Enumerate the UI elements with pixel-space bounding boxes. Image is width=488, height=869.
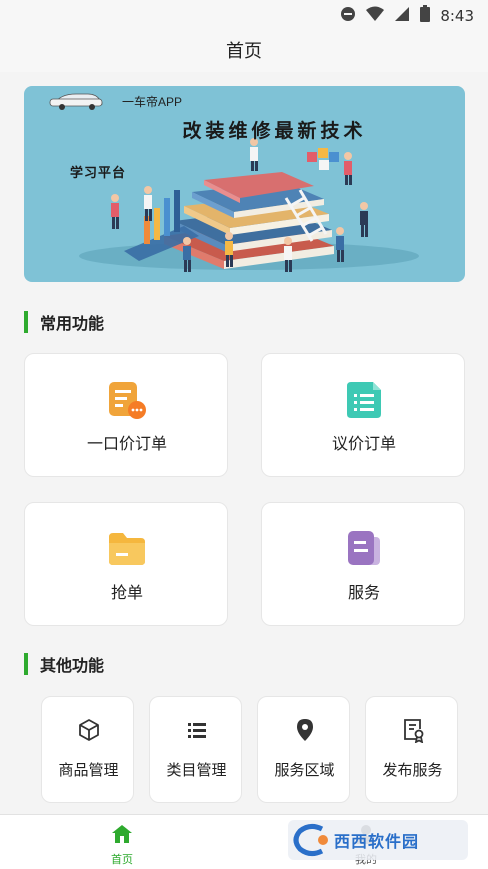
section-other-title: 其他功能 — [24, 652, 104, 676]
card-grab-order[interactable]: 抢单 — [24, 502, 228, 626]
card-label: 服务 — [347, 583, 380, 602]
box-icon — [76, 717, 102, 743]
section-common-title: 常用功能 — [24, 310, 104, 334]
service-doc-icon — [344, 529, 384, 569]
card-label: 服务区域 — [274, 761, 335, 779]
card-label: 一口价订单 — [86, 434, 167, 453]
page-title: 首页 — [226, 41, 262, 62]
nav-bar: 首页 — [0, 28, 488, 72]
card-product-management[interactable]: 商品管理 — [41, 696, 134, 803]
wifi-icon — [366, 6, 385, 26]
banner-headline: 改装维修最新技术 — [182, 120, 367, 142]
cellular-icon — [394, 6, 410, 26]
card-service-area[interactable]: 服务区域 — [257, 696, 350, 803]
watermark-logo-icon — [293, 823, 328, 857]
home-icon — [111, 823, 133, 845]
cubes — [307, 148, 339, 170]
status-bar: 8:43 — [0, 0, 488, 28]
tab-label: 首页 — [111, 853, 133, 866]
card-publish-service[interactable]: 发布服务 — [365, 696, 458, 803]
section-label: 其他功能 — [40, 656, 105, 675]
certificate-icon — [400, 717, 426, 744]
car-logo-icon — [49, 93, 103, 110]
banner-brand: 一车帝APP — [122, 95, 183, 109]
card-fixed-price-order[interactable]: 一口价订单 — [24, 353, 228, 477]
battery-icon — [420, 5, 431, 26]
dnd-icon — [340, 6, 356, 26]
bargain-order-icon — [344, 380, 384, 420]
grab-order-folder-icon — [107, 529, 147, 569]
card-label: 发布服务 — [382, 761, 443, 779]
section-accent-bar — [24, 653, 28, 675]
watermark-text: 西西软件园 — [334, 834, 420, 851]
card-label: 类目管理 — [166, 761, 227, 779]
section-accent-bar — [24, 311, 28, 333]
list-icon — [184, 717, 210, 743]
promo-banner[interactable]: 一车帝APP 改装维修最新技术 学习平台 — [24, 86, 465, 282]
card-service[interactable]: 服务 — [261, 502, 465, 626]
card-bargain-order[interactable]: 议价订单 — [261, 353, 465, 477]
status-icons: 8:43 — [340, 5, 474, 26]
fixed-price-order-icon — [107, 380, 147, 420]
card-label: 议价订单 — [331, 434, 396, 453]
watermark: 西西软件园 — [288, 820, 468, 860]
status-time: 8:43 — [440, 6, 474, 25]
banner-subtitle: 学习平台 — [70, 166, 127, 181]
section-label: 常用功能 — [40, 314, 105, 333]
card-label: 商品管理 — [58, 761, 119, 779]
card-category-management[interactable]: 类目管理 — [149, 696, 242, 803]
card-label: 抢单 — [110, 583, 143, 602]
tab-home[interactable]: 首页 — [0, 815, 244, 869]
location-pin-icon — [292, 717, 318, 743]
